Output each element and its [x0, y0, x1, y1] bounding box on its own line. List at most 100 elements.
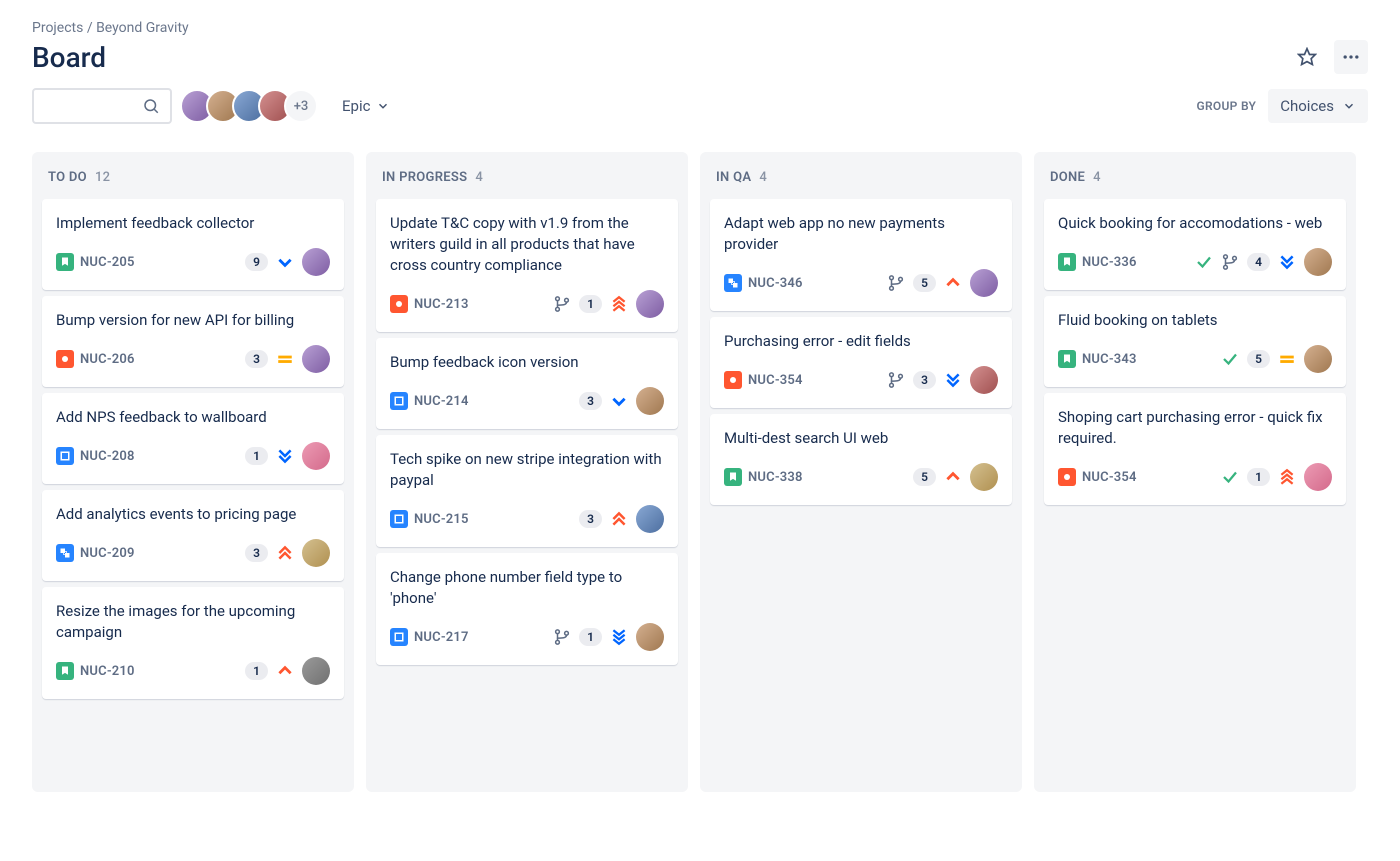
assignee-avatar[interactable] [970, 269, 998, 297]
issue-type-icon [390, 628, 408, 646]
groupby-select[interactable]: Choices [1268, 89, 1368, 123]
assignee-avatar[interactable] [302, 442, 330, 470]
kanban-board: TO DO 12 Implement feedback collectorNUC… [32, 152, 1368, 792]
branch-icon [887, 371, 905, 389]
card-title: Multi-dest search UI web [724, 428, 998, 449]
avatar-stack[interactable]: +3 [188, 89, 318, 123]
assignee-avatar[interactable] [1304, 463, 1332, 491]
groupby-label: GROUP BY [1197, 99, 1257, 113]
breadcrumb-project[interactable]: Beyond Gravity [96, 20, 189, 36]
avatar-more[interactable]: +3 [284, 89, 318, 123]
priority-icon [1278, 253, 1296, 271]
assignee-avatar[interactable] [636, 290, 664, 318]
issue-card[interactable]: Tech spike on new stripe integration wit… [376, 435, 678, 547]
search-input[interactable] [32, 88, 172, 124]
assignee-avatar[interactable] [636, 505, 664, 533]
column-count: 4 [759, 170, 767, 185]
column-name: TO DO [48, 170, 87, 185]
story-points-badge: 1 [579, 628, 602, 646]
done-check-icon [1195, 253, 1213, 271]
breadcrumb-projects[interactable]: Projects [32, 20, 83, 36]
priority-icon [1278, 468, 1296, 486]
breadcrumb: Projects / Beyond Gravity [32, 20, 1368, 36]
assignee-avatar[interactable] [970, 366, 998, 394]
assignee-avatar[interactable] [302, 248, 330, 276]
star-button[interactable] [1290, 40, 1324, 74]
issue-card[interactable]: Add NPS feedback to wallboardNUC-2081 [42, 393, 344, 484]
issue-card[interactable]: Resize the images for the upcoming campa… [42, 587, 344, 699]
column-header: IN PROGRESS 4 [376, 162, 678, 199]
issue-key: NUC-336 [1082, 255, 1137, 270]
column-count: 4 [1093, 170, 1101, 185]
done-check-icon [1221, 350, 1239, 368]
assignee-avatar[interactable] [636, 623, 664, 651]
assignee-avatar[interactable] [302, 345, 330, 373]
issue-card[interactable]: Purchasing error - edit fieldsNUC-3543 [710, 317, 1012, 408]
issue-type-icon [1058, 253, 1076, 271]
issue-card[interactable]: Quick booking for accomodations - web NUC… [1044, 199, 1346, 290]
issue-card[interactable]: Shoping cart purchasing error - quick fi… [1044, 393, 1346, 505]
issue-card[interactable]: Bump feedback icon version NUC-214 3 [376, 338, 678, 429]
epic-filter[interactable]: Epic [334, 91, 398, 121]
issue-key: NUC-209 [80, 546, 135, 561]
assignee-avatar[interactable] [1304, 248, 1332, 276]
card-title: Quick booking for accomodations - web [1058, 213, 1332, 234]
issue-type-icon [724, 274, 742, 292]
column-name: DONE [1050, 170, 1085, 185]
priority-icon [276, 662, 294, 680]
story-points-badge: 1 [579, 295, 602, 313]
done-check-icon [1221, 468, 1239, 486]
priority-icon [1278, 350, 1296, 368]
column-count: 4 [475, 170, 483, 185]
card-title: Bump version for new API for billing [56, 310, 330, 331]
issue-card[interactable]: Update T&C copy with v1.9 from the write… [376, 199, 678, 332]
issue-key: NUC-215 [414, 512, 469, 527]
issue-type-icon [56, 253, 74, 271]
issue-type-icon [56, 447, 74, 465]
breadcrumb-sep: / [87, 20, 96, 36]
issue-type-icon [390, 392, 408, 410]
issue-card[interactable]: Fluid booking on tabletsNUC-3435 [1044, 296, 1346, 387]
issue-type-icon [390, 295, 408, 313]
issue-card[interactable]: Bump version for new API for billingNUC-… [42, 296, 344, 387]
assignee-avatar[interactable] [970, 463, 998, 491]
issue-key: NUC-208 [80, 449, 135, 464]
card-title: Bump feedback icon version [390, 352, 664, 373]
column-body: Quick booking for accomodations - web NUC… [1044, 199, 1346, 505]
assignee-avatar[interactable] [636, 387, 664, 415]
assignee-avatar[interactable] [302, 539, 330, 567]
page-title: Board [32, 41, 106, 74]
branch-icon [553, 295, 571, 313]
chevron-down-icon [1342, 99, 1356, 113]
story-points-badge: 5 [913, 274, 936, 292]
priority-icon [276, 544, 294, 562]
groupby-value: Choices [1280, 97, 1334, 115]
story-points-badge: 3 [913, 371, 936, 389]
priority-icon [276, 350, 294, 368]
column-inqa: IN QA 4 Adapt web app no new payments pr… [700, 152, 1022, 792]
branch-icon [1221, 253, 1239, 271]
assignee-avatar[interactable] [302, 657, 330, 685]
chevron-down-icon [376, 99, 390, 113]
column-count: 12 [95, 170, 110, 185]
story-points-badge: 3 [579, 392, 602, 410]
card-title: Change phone number field type to 'phone… [390, 567, 664, 609]
card-title: Add NPS feedback to wallboard [56, 407, 330, 428]
issue-key: NUC-213 [414, 297, 469, 312]
issue-type-icon [724, 468, 742, 486]
issue-key: NUC-354 [1082, 470, 1137, 485]
issue-key: NUC-214 [414, 394, 469, 409]
story-points-badge: 3 [579, 510, 602, 528]
issue-card[interactable]: Implement feedback collectorNUC-2059 [42, 199, 344, 290]
issue-card[interactable]: Change phone number field type to 'phone… [376, 553, 678, 665]
priority-icon [610, 628, 628, 646]
card-title: Purchasing error - edit fields [724, 331, 998, 352]
more-button[interactable] [1334, 40, 1368, 74]
assignee-avatar[interactable] [1304, 345, 1332, 373]
column-body: Adapt web app no new payments providerNU… [710, 199, 1012, 505]
column-todo: TO DO 12 Implement feedback collectorNUC… [32, 152, 354, 792]
issue-card[interactable]: Multi-dest search UI webNUC-3385 [710, 414, 1012, 505]
issue-card[interactable]: Adapt web app no new payments providerNU… [710, 199, 1012, 311]
issue-card[interactable]: Add analytics events to pricing pageNUC-… [42, 490, 344, 581]
story-points-badge: 1 [245, 662, 268, 680]
